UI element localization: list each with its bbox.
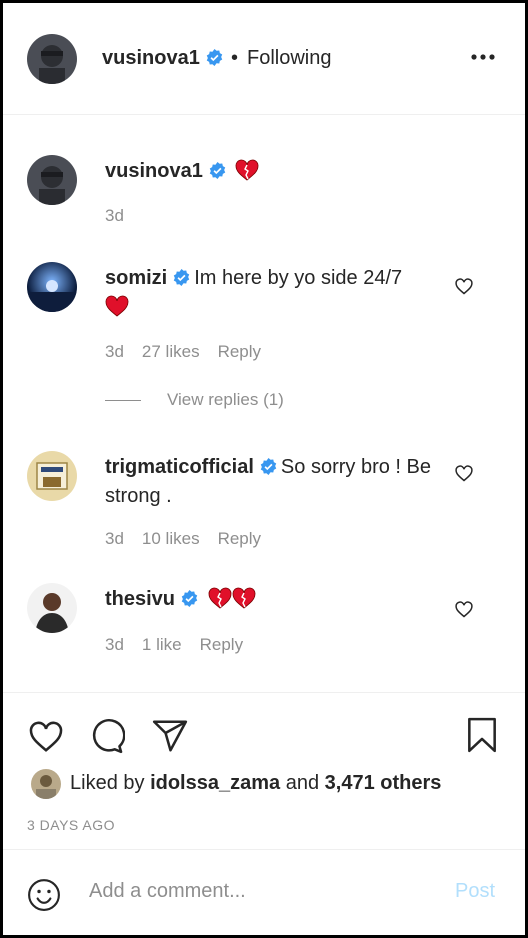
comment-likes[interactable]: 1 like [142,635,182,654]
author-username-text[interactable]: vusinova1 [102,47,200,69]
avatar[interactable] [27,155,77,205]
share-icon[interactable] [151,717,189,755]
verified-badge-icon [206,49,223,66]
like-icon[interactable] [27,717,65,755]
author-avatar[interactable] [27,34,77,84]
liker-avatar[interactable] [31,769,61,799]
header-separator: • [231,47,239,69]
comment-text: trigmaticofficial So sorry bro ! Be stron… [105,453,445,511]
comment-text: vusinova1 [105,157,445,186]
liked-by-prefix: Liked by [70,772,145,794]
broken-heart-icon [235,159,259,181]
liked-by-others[interactable]: 3,471 others [325,772,442,794]
comment-icon[interactable] [87,717,125,755]
post-header: vusinova1 • Following [3,3,525,115]
comment-meta: 3d 10 likes Reply [105,529,279,549]
reply-button[interactable]: Reply [218,342,261,361]
post-button[interactable]: Post [455,880,495,903]
liked-by-user[interactable]: idolssa_zama [150,772,280,794]
comment-meta: 3d 27 likes Reply [105,342,279,362]
replies-divider [105,400,141,402]
reply-button[interactable]: Reply [218,529,261,548]
comment-body: Im here by yo side 24/7 [194,267,403,289]
view-replies-label[interactable]: View replies (1) [167,390,284,409]
comment-likes[interactable]: 27 likes [142,342,200,361]
comment-username[interactable]: vusinova1 [105,160,203,182]
author-username[interactable]: vusinova1 [102,47,223,70]
post-timestamp[interactable]: 3 DAYS AGO [27,817,115,833]
liked-by-joiner: and [285,772,320,794]
comment-time: 3d [105,342,124,361]
broken-heart-icon [208,587,231,609]
comment-meta: 3d 1 like Reply [105,635,261,655]
red-heart-icon [105,295,129,317]
likes-summary: Liked by idolssa_zama and 3,471 others [70,772,441,795]
post-panel: vusinova1 • Following vusinova1 3d somiz… [3,3,525,935]
comment-text: thesivu [105,585,445,614]
verified-badge-icon [181,590,198,607]
comment-time: 3d [105,206,124,225]
avatar[interactable] [27,262,77,312]
broken-heart-icon [232,587,255,609]
verified-badge-icon [174,269,190,286]
comment-username[interactable]: thesivu [105,588,175,610]
like-comment-icon[interactable] [454,276,474,296]
avatar[interactable] [27,583,77,633]
like-comment-icon[interactable] [454,463,474,483]
emoji-icon[interactable] [27,878,61,912]
comment-input[interactable]: Add a comment... [89,880,246,903]
reply-button[interactable]: Reply [200,635,243,654]
avatar[interactable] [27,451,77,501]
view-replies-button[interactable]: View replies (1) [105,390,284,410]
comment-text: somizi Im here by yo side 24/7 [105,264,445,322]
comment-username[interactable]: somizi [105,267,167,289]
like-comment-icon[interactable] [454,599,474,619]
comment-time: 3d [105,635,124,654]
comment-username[interactable]: trigmaticofficial [105,456,254,478]
post-actions: Liked by idolssa_zama and 3,471 others 3… [3,692,525,852]
add-comment-bar: Add a comment... Post [3,849,525,935]
verified-badge-icon [260,458,277,475]
comment-likes[interactable]: 10 likes [142,529,200,548]
more-options-icon[interactable] [469,47,497,67]
comment-time: 3d [105,529,124,548]
save-icon[interactable] [463,715,501,755]
following-button[interactable]: Following [247,47,331,70]
comment-meta: 3d [105,206,142,226]
verified-badge-icon [209,162,226,179]
